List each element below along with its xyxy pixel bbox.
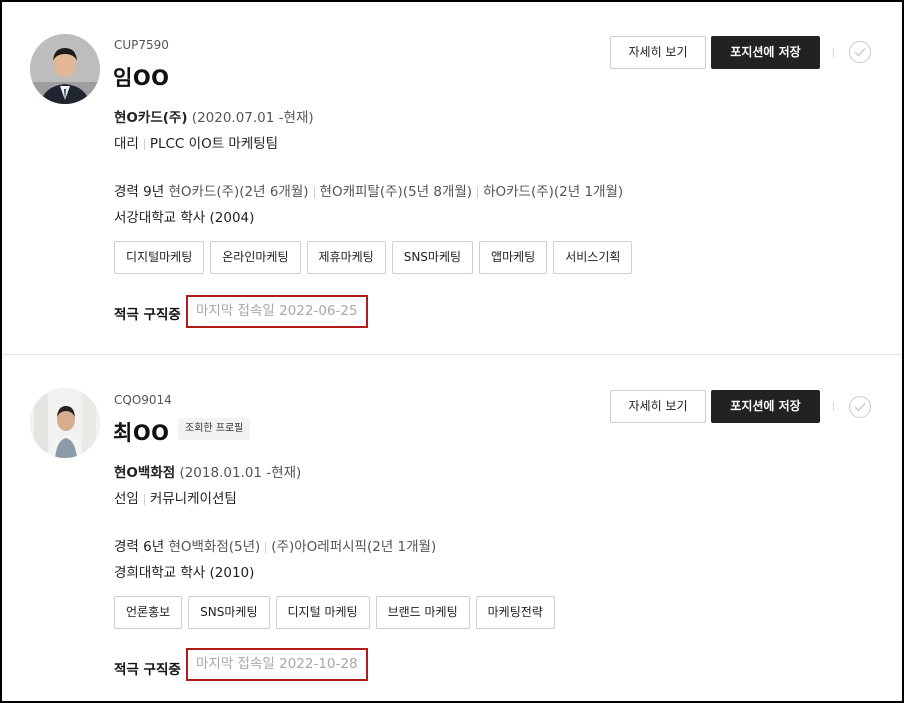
check-circle-icon [854,403,866,412]
skill-tags: 디지털마케팅 온라인마케팅 제휴마케팅 SNS마케팅 앱마케팅 서비스기획 [114,241,633,274]
candidate-card: CQO9014 최OO 조회한 프로필 자세히 보기 포지션에 저장 현O백화점… [2,356,902,701]
check-circle-icon [854,48,866,57]
team-name: PLCC 이O트 마케팅팀 [149,136,279,152]
avatar[interactable] [30,388,100,458]
candidate-code: CQO9014 [114,393,172,407]
current-company: 현O백화점 [114,465,176,481]
career-item: 현O카드(주)(2년 6개월) [168,184,309,200]
position-team: 선임 커뮤니케이션팀 [114,487,237,507]
skill-tag[interactable]: 온라인마케팅 [210,241,301,274]
current-period: (2020.07.01 -현재) [191,110,314,126]
candidate-card: CUP7590 임OO 자세히 보기 포지션에 저장 현O카드(주) (2020… [2,2,902,354]
skill-tag[interactable]: 디지털마케팅 [114,241,205,274]
career-item: 현O백화점(5년) [168,539,261,555]
current-employment: 현O백화점 (2018.01.01 -현재) [114,461,301,481]
career-years: 경력 6년 [114,539,165,555]
skill-tags: 언론홍보 SNS마케팅 디지털 마케팅 브랜드 마케팅 마케팅전략 [114,596,555,629]
skill-tag[interactable]: 디지털 마케팅 [275,596,370,629]
career-years: 경력 9년 [114,184,165,200]
current-company: 현O카드(주) [114,110,188,126]
last-login: 마지막 접속일 2022-10-28 [186,648,368,681]
skill-tag[interactable]: 브랜드 마케팅 [375,596,470,629]
team-name: 커뮤니케이션팀 [149,491,237,507]
candidate-name: 최OO [113,421,170,445]
card-divider [2,354,902,355]
select-checkbox[interactable] [849,396,871,418]
current-employment: 현O카드(주) (2020.07.01 -현재) [114,106,314,126]
candidate-list: CUP7590 임OO 자세히 보기 포지션에 저장 현O카드(주) (2020… [0,0,904,703]
avatar[interactable] [30,34,100,104]
position-team: 대리 PLCC 이O트 마케팅팀 [114,132,278,152]
career-summary: 경력 6년 현O백화점(5년) (주)아O레퍼시픽(2년 1개월) [114,535,436,555]
save-to-position-button[interactable]: 포지션에 저장 [711,390,820,423]
candidate-name: 임OO [113,66,170,90]
current-period: (2018.01.01 -현재) [179,465,302,481]
career-item: 하O카드(주)(2년 1개월) [483,184,624,200]
skill-tag[interactable]: 마케팅전략 [475,596,555,629]
skill-tag[interactable]: 서비스기획 [553,241,633,274]
save-to-position-button[interactable]: 포지션에 저장 [711,36,820,69]
candidate-code: CUP7590 [114,38,169,52]
view-detail-button[interactable]: 자세히 보기 [610,390,706,423]
view-detail-button[interactable]: 자세히 보기 [610,36,706,69]
divider [833,48,834,57]
job-seeking-status: 적극 구직중 [114,307,181,323]
job-position: 대리 [114,136,139,152]
skill-tag[interactable]: 언론홍보 [114,596,183,629]
career-item: 현O캐피탈(주)(5년 8개월) [319,184,473,200]
job-seeking-status: 적극 구직중 [114,662,181,678]
select-checkbox[interactable] [849,41,871,63]
career-item: (주)아O레퍼시픽(2년 1개월) [271,539,437,555]
education: 서강대학교 학사 (2004) [114,210,255,226]
skill-tag[interactable]: SNS마케팅 [188,596,270,629]
education: 경희대학교 학사 (2010) [114,565,255,581]
career-summary: 경력 9년 현O카드(주)(2년 6개월) 현O캐피탈(주)(5년 8개월) 하O카… [114,180,623,200]
skill-tag[interactable]: 앱마케팅 [479,241,548,274]
skill-tag[interactable]: 제휴마케팅 [306,241,386,274]
divider [833,402,834,411]
job-position: 선임 [114,491,139,507]
viewed-profile-badge: 조회한 프로필 [178,418,251,440]
skill-tag[interactable]: SNS마케팅 [391,241,474,274]
last-login: 마지막 접속일 2022-06-25 [186,295,368,328]
